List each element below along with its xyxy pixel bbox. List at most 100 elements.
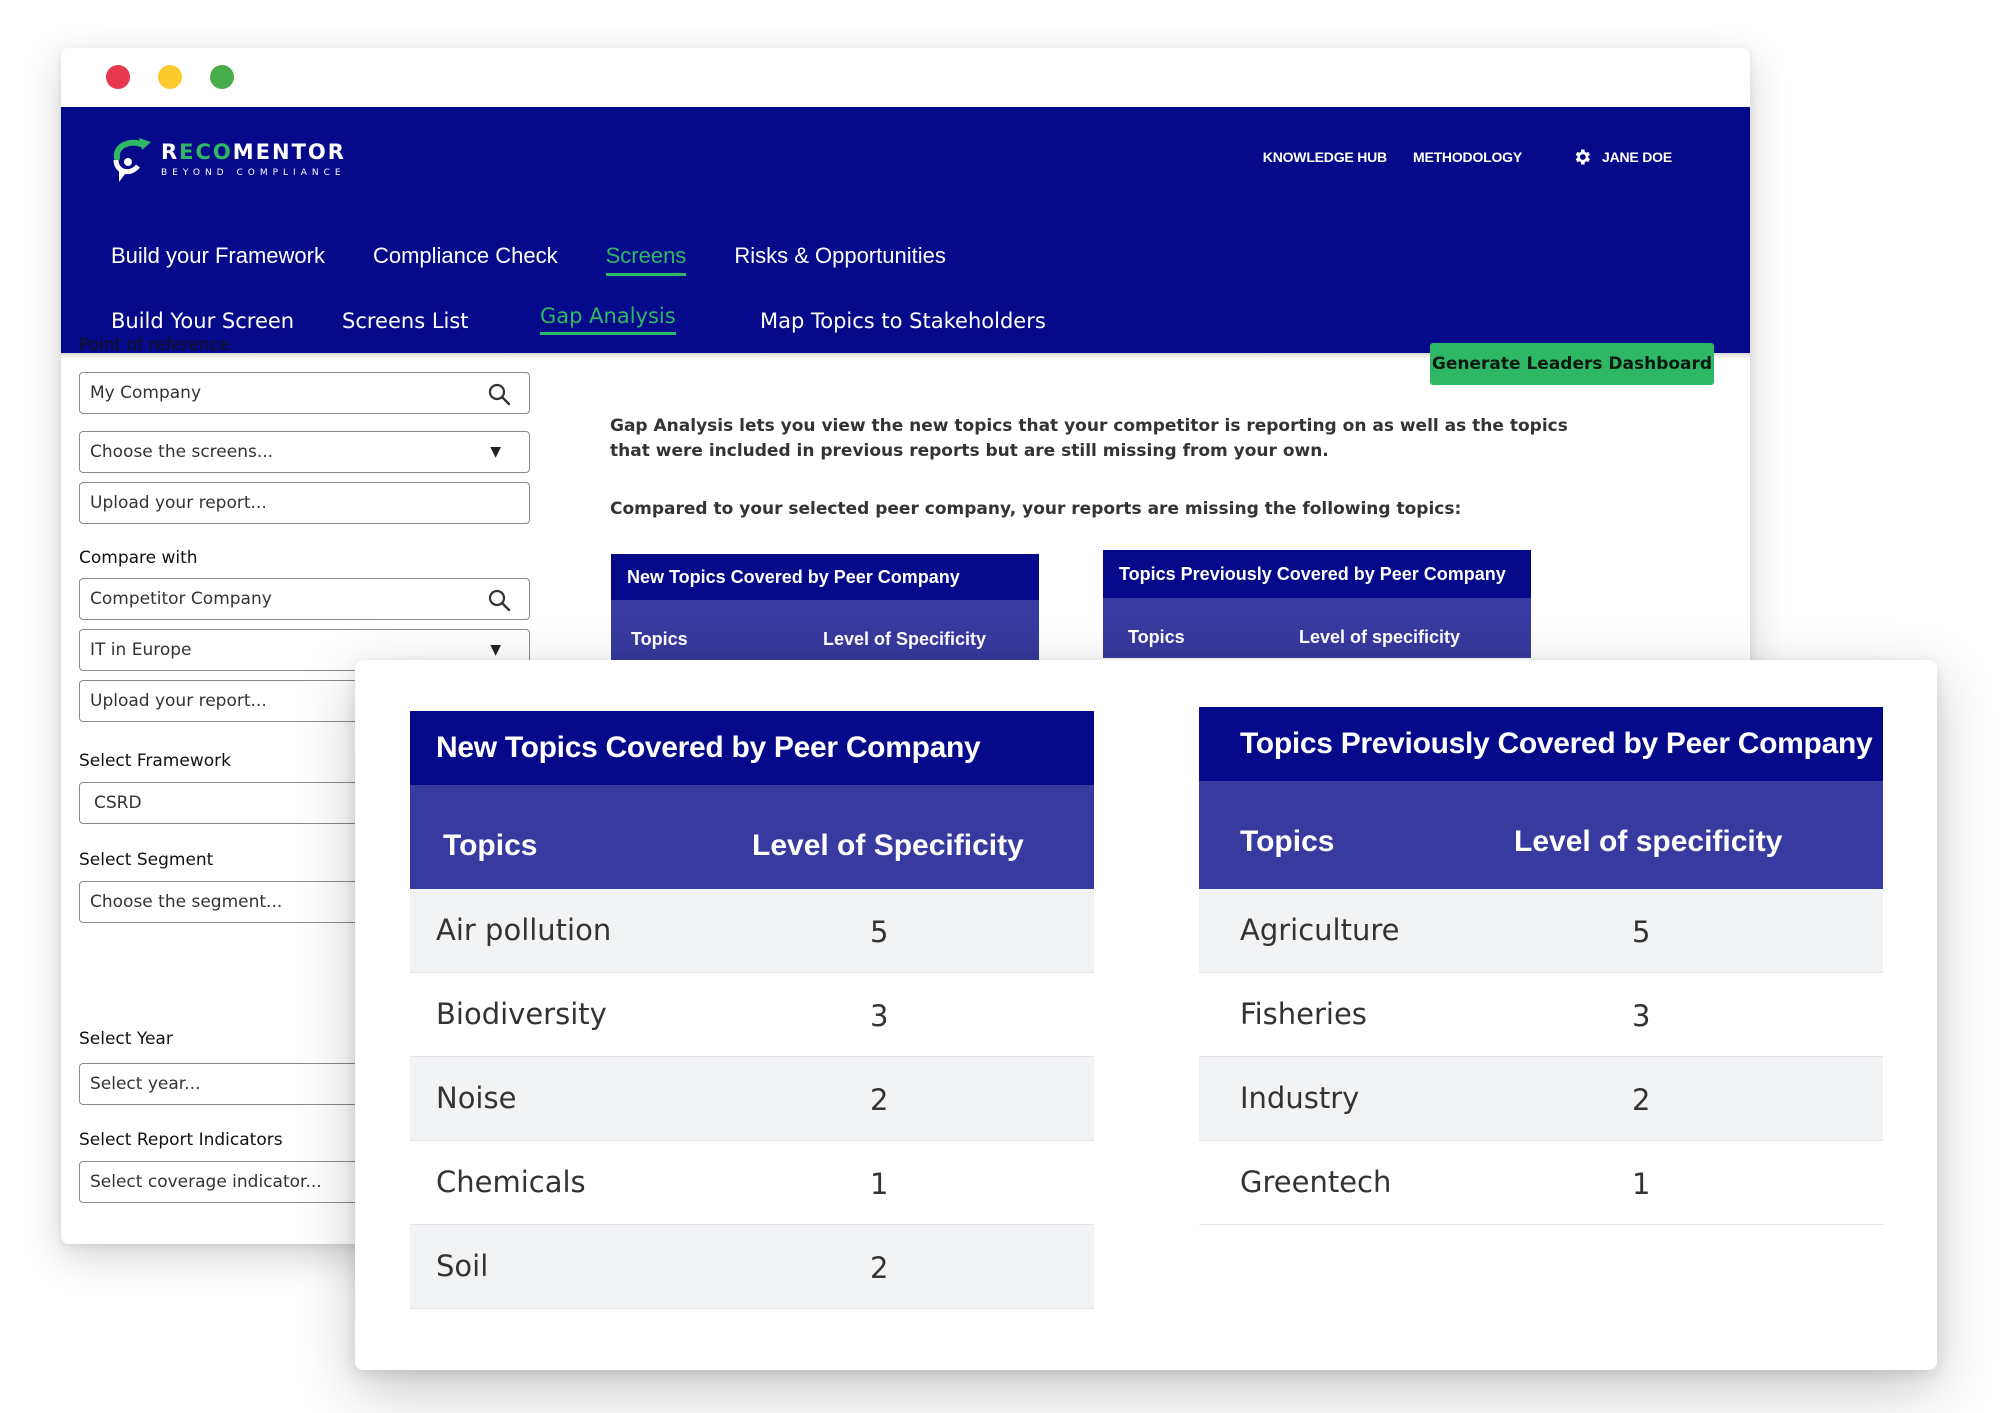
- level-cell: 1: [870, 1167, 889, 1201]
- report-indicators-placeholder: Select coverage indicator...: [90, 1172, 322, 1192]
- main-nav: Build your Framework Compliance Check Sc…: [111, 243, 994, 276]
- table-row: Industry 2: [1199, 1057, 1883, 1141]
- table-row: Agriculture 5: [1199, 889, 1883, 973]
- new-topics-table-preview: New Topics Covered by Peer Company Topic…: [611, 554, 1039, 660]
- level-cell: 2: [870, 1083, 889, 1117]
- previous-topics-table-body: Agriculture 5 Fisheries 3 Industry 2 Greentech…: [1199, 889, 1883, 1225]
- topic-cell: Chemicals: [436, 1165, 586, 1199]
- table-row: Chemicals 1: [410, 1141, 1094, 1225]
- table-row: Greentech 1: [1199, 1141, 1883, 1225]
- previous-topics-table: Topics Previously Covered by Peer Compan…: [1199, 707, 1883, 1225]
- year-label: Select Year: [79, 1029, 173, 1049]
- gap-analysis-description: Gap Analysis lets you view the new topic…: [610, 416, 1568, 461]
- topic-cell: Agriculture: [1240, 913, 1400, 947]
- topics-column-header: Topics: [1240, 825, 1335, 858]
- topic-cell: Noise: [436, 1081, 517, 1115]
- reference-upload-placeholder: Upload your report...: [90, 493, 267, 513]
- table-row: Fisheries 3: [1199, 973, 1883, 1057]
- subnav-build-your-screen[interactable]: Build Your Screen: [111, 309, 294, 337]
- previous-topics-table-header: Topics Level of specificity: [1199, 781, 1883, 889]
- level-column-header: Level of specificity: [1299, 627, 1461, 647]
- topics-column-header: Topics: [631, 629, 688, 649]
- topic-cell: Fisheries: [1240, 997, 1367, 1031]
- competitor-screens-value: IT in Europe: [90, 640, 192, 660]
- logo-icon: [113, 138, 151, 182]
- brand-name-prefix: R: [161, 140, 180, 164]
- brand-name-eco: ECO: [179, 140, 233, 164]
- maximize-window-button[interactable]: [210, 65, 234, 89]
- compare-with-label: Compare with: [79, 548, 198, 568]
- new-topics-table-title: New Topics Covered by Peer Company: [410, 711, 1094, 785]
- year-placeholder: Select year...: [90, 1074, 201, 1094]
- level-cell: 2: [1632, 1083, 1651, 1117]
- table-row: Air pollution 5: [410, 889, 1094, 973]
- topic-cell: Biodiversity: [436, 997, 607, 1031]
- brand-logo[interactable]: RECOMENTOR BEYOND COMPLIANCE: [111, 135, 346, 185]
- nav-risks-opportunities[interactable]: Risks & Opportunities: [734, 243, 946, 276]
- reference-screens-select[interactable]: Choose the screens... ▼: [79, 431, 530, 473]
- topic-cell: Air pollution: [436, 913, 612, 947]
- brand-name-suffix: MENTOR: [232, 140, 346, 164]
- nav-build-framework[interactable]: Build your Framework: [111, 243, 325, 276]
- subnav-screens-list[interactable]: Screens List: [342, 309, 469, 337]
- search-icon[interactable]: [487, 382, 511, 406]
- framework-label: Select Framework: [79, 751, 231, 771]
- gap-analysis-overlay-card: New Topics Covered by Peer Company Topic…: [355, 660, 1937, 1370]
- previous-topics-table-preview: Topics Previously Covered by Peer Compan…: [1103, 550, 1531, 658]
- knowledge-hub-link[interactable]: KNOWLEDGE HUB: [1263, 149, 1387, 165]
- previous-topics-table-title: Topics Previously Covered by Peer Compan…: [1199, 707, 1883, 781]
- competitor-company-value: Competitor Company: [90, 589, 272, 609]
- chevron-down-icon: ▼: [490, 642, 501, 658]
- topic-cell: Industry: [1240, 1081, 1360, 1115]
- level-cell: 5: [1632, 915, 1651, 949]
- level-cell: 5: [870, 915, 889, 949]
- report-indicators-label: Select Report Indicators: [79, 1130, 283, 1150]
- brand-name: RECOMENTOR: [161, 142, 346, 163]
- subnav-map-topics[interactable]: Map Topics to Stakeholders: [760, 309, 1046, 337]
- new-topics-preview-title: New Topics Covered by Peer Company: [611, 554, 1039, 600]
- new-topics-table: New Topics Covered by Peer Company Topic…: [410, 711, 1094, 1309]
- reference-company-search[interactable]: My Company: [79, 372, 530, 414]
- topics-column-header: Topics: [443, 829, 538, 862]
- topic-cell: Greentech: [1240, 1165, 1392, 1199]
- segment-placeholder: Choose the segment...: [90, 892, 283, 912]
- nav-compliance-check[interactable]: Compliance Check: [373, 243, 558, 276]
- minimize-window-button[interactable]: [158, 65, 182, 89]
- table-row: Soil 2: [410, 1225, 1094, 1309]
- topic-cell: Soil: [436, 1249, 489, 1283]
- table-row: Noise 2: [410, 1057, 1094, 1141]
- search-icon[interactable]: [487, 588, 511, 612]
- table-row: Biodiversity 3: [410, 973, 1094, 1057]
- level-cell: 3: [1632, 999, 1651, 1033]
- subnav-gap-analysis[interactable]: Gap Analysis: [540, 304, 676, 335]
- new-topics-preview-header: Topics Level of Specificity: [611, 600, 1039, 660]
- gear-icon: [1575, 149, 1590, 165]
- user-menu[interactable]: JANE DOE: [1572, 147, 1672, 167]
- previous-topics-preview-header: Topics Level of specificity: [1103, 598, 1531, 658]
- methodology-link[interactable]: METHODOLOGY: [1413, 149, 1522, 165]
- level-cell: 1: [1632, 1167, 1651, 1201]
- generate-leaders-dashboard-button[interactable]: Generate Leaders Dashboard: [1430, 343, 1714, 385]
- new-topics-table-header: Topics Level of Specificity: [410, 785, 1094, 889]
- reference-upload-report[interactable]: Upload your report...: [79, 482, 530, 524]
- level-column-header: Level of Specificity: [823, 629, 987, 649]
- title-bar: [61, 48, 1750, 107]
- top-links: KNOWLEDGE HUB METHODOLOGY JANE DOE: [1263, 147, 1672, 167]
- competitor-upload-placeholder: Upload your report...: [90, 691, 267, 711]
- app-header: RECOMENTOR BEYOND COMPLIANCE KNOWLEDGE H…: [61, 107, 1750, 305]
- competitor-company-search[interactable]: Competitor Company: [79, 578, 530, 620]
- brand-tagline: BEYOND COMPLIANCE: [161, 168, 346, 178]
- point-of-reference-label: Point of reference: [79, 335, 230, 355]
- level-column-header: Level of Specificity: [752, 829, 1024, 862]
- user-name: JANE DOE: [1602, 149, 1672, 165]
- nav-screens[interactable]: Screens: [605, 243, 687, 276]
- previous-topics-preview-title: Topics Previously Covered by Peer Compan…: [1103, 550, 1531, 598]
- framework-value: CSRD: [94, 793, 142, 813]
- missing-topics-note: Compared to your selected peer company, …: [610, 499, 1462, 519]
- reference-screens-placeholder: Choose the screens...: [90, 442, 274, 462]
- new-topics-table-body: Air pollution 5 Biodiversity 3 Noise 2 Chemica…: [410, 889, 1094, 1309]
- chevron-down-icon: ▼: [490, 444, 501, 460]
- level-cell: 3: [870, 999, 889, 1033]
- level-cell: 2: [870, 1251, 889, 1285]
- close-window-button[interactable]: [106, 65, 130, 89]
